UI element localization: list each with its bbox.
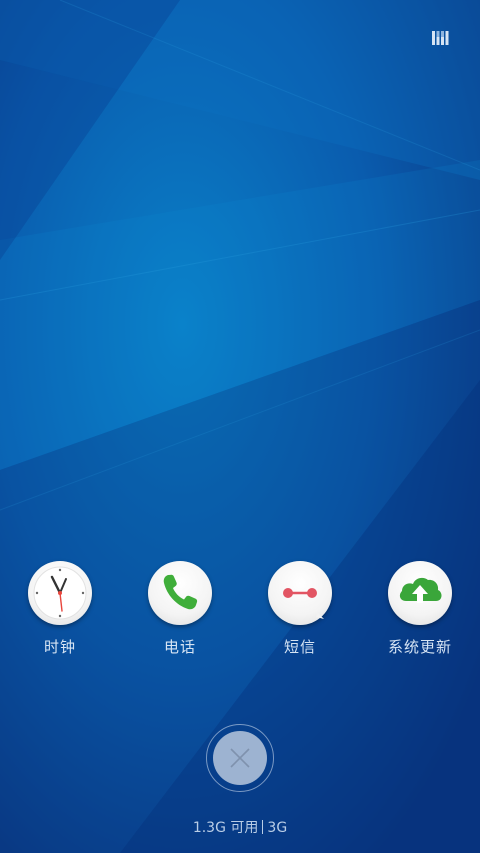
recent-apps-row: 时钟 电话 短信 系统更新	[0, 561, 480, 661]
memory-info: 1.3G 可用 3G	[0, 817, 480, 837]
recent-app-phone[interactable]: 电话	[130, 561, 230, 661]
app-label: 电话	[163, 638, 196, 656]
recent-app-system-update[interactable]: 系统更新	[370, 561, 470, 661]
clock-icon	[28, 561, 92, 625]
clear-all-button[interactable]	[206, 724, 274, 792]
app-label: 系统更新	[387, 638, 452, 656]
phone-icon	[148, 561, 212, 625]
app-label: 时钟	[43, 638, 76, 656]
recent-app-clock[interactable]: 时钟	[10, 561, 110, 661]
memory-total: 3G	[267, 820, 288, 836]
system-update-icon	[388, 561, 452, 625]
memory-bars-icon[interactable]	[432, 31, 450, 45]
messages-icon	[268, 561, 332, 625]
memory-divider	[262, 820, 264, 834]
app-label: 短信	[283, 638, 316, 656]
memory-available: 1.3G 可用	[192, 820, 259, 836]
close-icon	[230, 748, 250, 768]
recent-app-messages[interactable]: 短信	[250, 561, 350, 661]
close-button-fill	[213, 731, 267, 785]
